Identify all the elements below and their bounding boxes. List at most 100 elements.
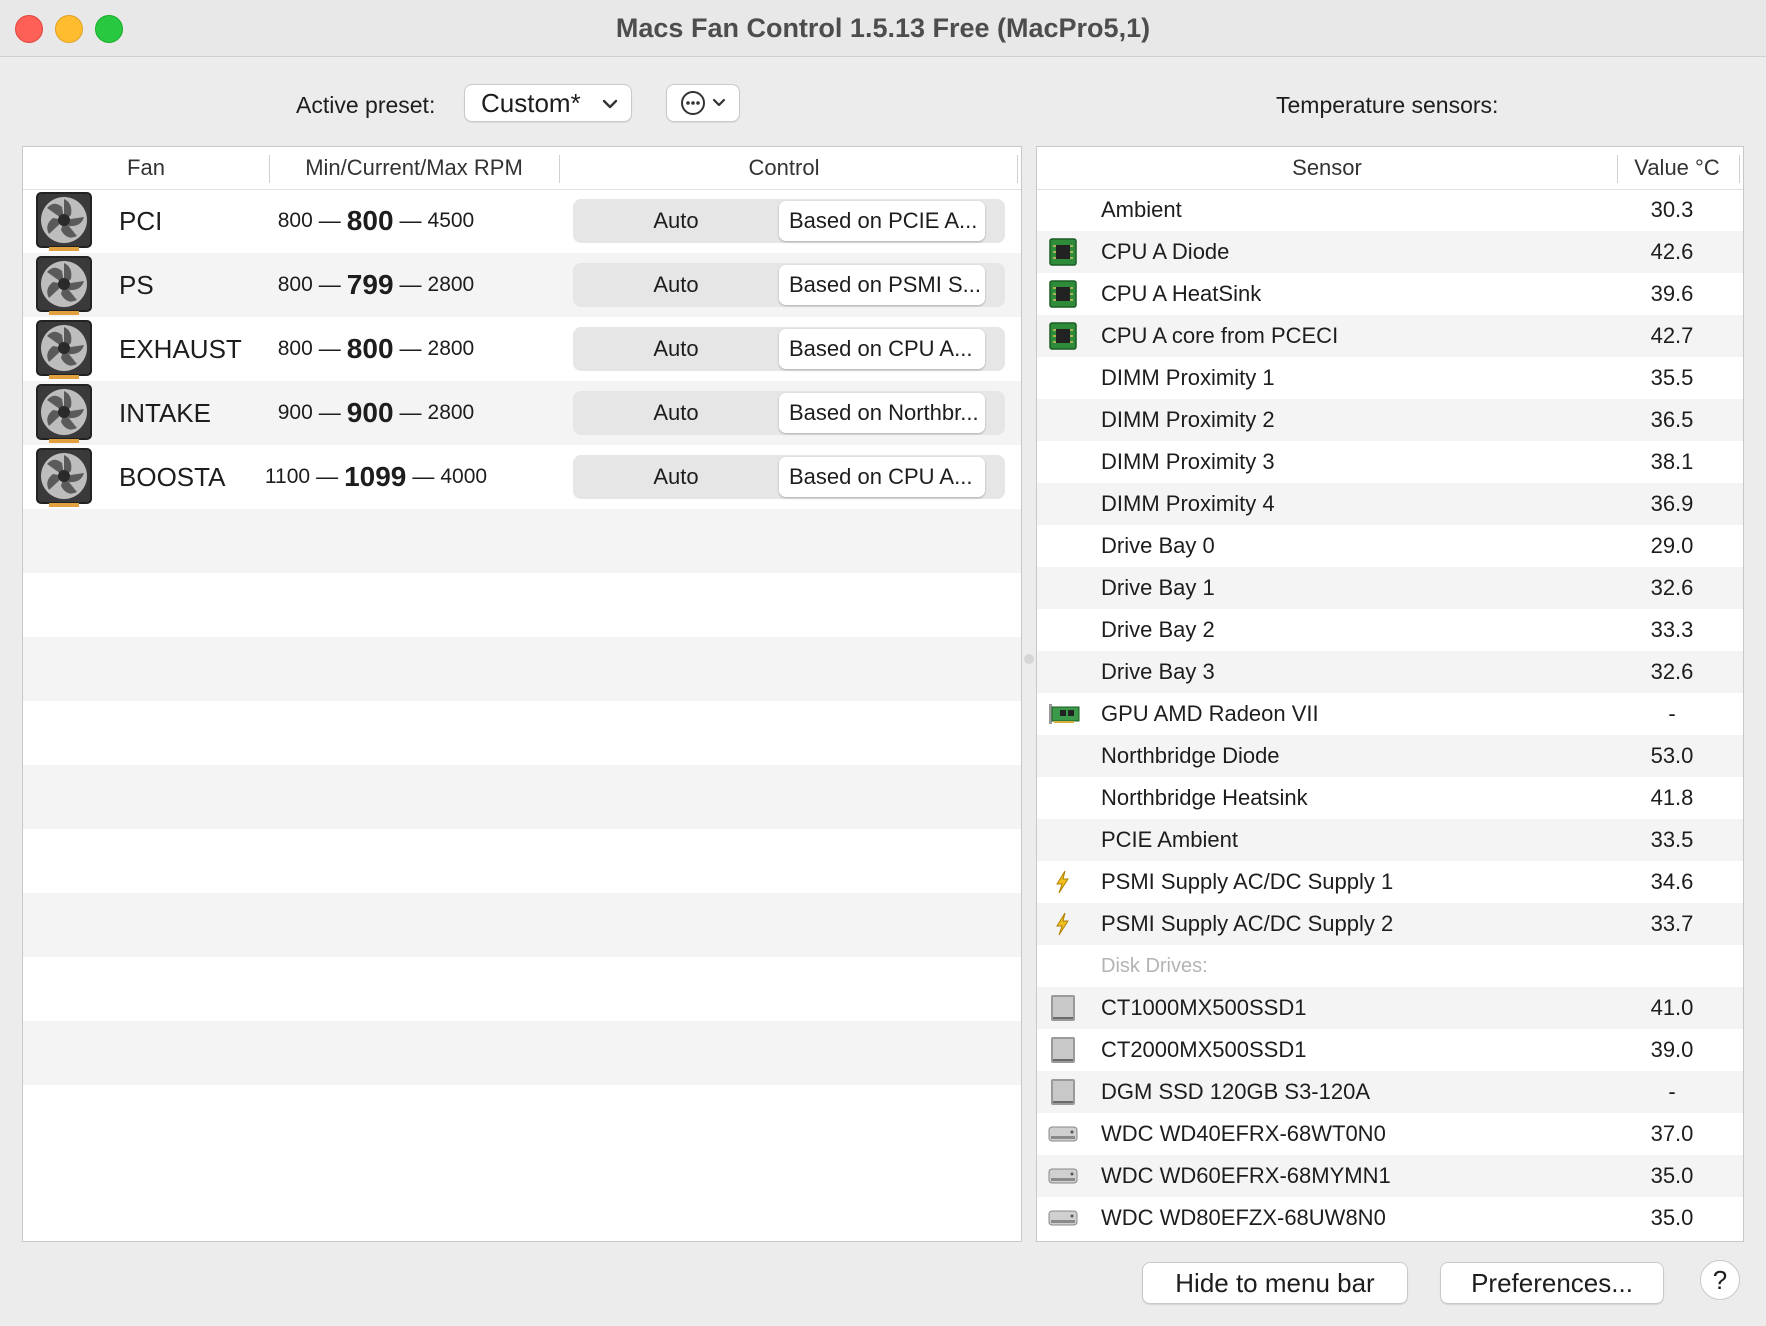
cpu-chip-icon <box>1047 278 1079 310</box>
rpm-max: 4500 <box>427 209 475 232</box>
rpm-max: 2800 <box>427 401 475 424</box>
hide-to-menu-bar-button[interactable]: Hide to menu bar <box>1142 1262 1408 1304</box>
temperature-sensors-label: Temperature sensors: <box>1276 92 1499 118</box>
sensor-name: Drive Bay 3 <box>1101 659 1215 684</box>
rpm-max: 2800 <box>427 273 475 296</box>
sensor-value: 38.1 <box>1650 449 1694 474</box>
sensor-name: GPU AMD Radeon VII <box>1101 701 1319 726</box>
sensor-row[interactable]: DGM SSD 120GB S3-120A - <box>1037 1071 1743 1113</box>
sensor-row[interactable]: CT1000MX500SSD1 41.0 <box>1037 987 1743 1029</box>
fan-icon <box>35 383 93 445</box>
sensor-name: Drive Bay 2 <box>1101 617 1215 642</box>
header-fan[interactable]: Fan <box>23 147 269 189</box>
preferences-button[interactable]: Preferences... <box>1440 1262 1664 1304</box>
lightning-icon <box>1047 866 1079 898</box>
sensor-row[interactable]: DIMM Proximity 2 36.5 <box>1037 399 1743 441</box>
sensor-row[interactable]: CPU A HeatSink 39.6 <box>1037 273 1743 315</box>
window-title: Macs Fan Control 1.5.13 Free (MacPro5,1) <box>615 12 1151 43</box>
sensor-row[interactable]: CPU A core from PCECI 42.7 <box>1037 315 1743 357</box>
fan-table: Fan Min/Current/Max RPM Control PCI 800 … <box>22 146 1022 1242</box>
rpm-current: 800 <box>346 333 394 364</box>
fan-row[interactable]: BOOSTA 1100 — 1099 — 4000 Auto Based on … <box>23 445 1021 509</box>
sensor-name: PCIE Ambient <box>1101 827 1238 852</box>
empty-row <box>23 701 1021 765</box>
empty-row <box>23 509 1021 573</box>
sensor-value: - <box>1668 1079 1676 1104</box>
control-custom-option[interactable]: Based on CPU A... <box>779 329 985 369</box>
preset-dropdown[interactable]: Custom* <box>464 84 632 122</box>
sensor-row[interactable]: WDC WD80EFZX-68UW8N0 35.0 <box>1037 1197 1743 1239</box>
sensor-value: 39.6 <box>1650 281 1694 306</box>
empty-row <box>23 829 1021 893</box>
fan-icon <box>35 319 93 381</box>
header-rpm[interactable]: Min/Current/Max RPM <box>269 147 559 189</box>
sensor-table-header: Sensor Value °C <box>1037 147 1743 190</box>
zoom-window-button[interactable] <box>95 15 123 43</box>
fan-icon <box>35 191 93 253</box>
sensor-row[interactable]: CPU A Diode 42.6 <box>1037 231 1743 273</box>
auto-label: Auto <box>653 464 699 489</box>
fan-name: INTAKE <box>119 398 211 428</box>
sensor-row[interactable]: PSMI Supply AC/DC Supply 1 34.6 <box>1037 861 1743 903</box>
fan-row[interactable]: INTAKE 900 — 900 — 2800 Auto Based on No… <box>23 381 1021 445</box>
sensor-name: CT2000MX500SSD1 <box>1101 1037 1307 1062</box>
fan-name: EXHAUST <box>119 334 242 364</box>
close-window-button[interactable] <box>15 15 43 43</box>
sensor-name: Drive Bay 0 <box>1101 533 1215 558</box>
sensor-value: 41.0 <box>1650 995 1694 1020</box>
sensor-name: Drive Bay 1 <box>1101 575 1215 600</box>
sensor-name: DIMM Proximity 3 <box>1101 449 1275 474</box>
panel-splitter[interactable] <box>1024 654 1034 664</box>
sensor-row[interactable]: DIMM Proximity 3 38.1 <box>1037 441 1743 483</box>
sensor-row[interactable]: Drive Bay 0 29.0 <box>1037 525 1743 567</box>
rpm-min: 800 <box>277 209 313 232</box>
control-custom-option[interactable]: Based on CPU A... <box>779 457 985 497</box>
sensor-row[interactable]: Northbridge Diode 53.0 <box>1037 735 1743 777</box>
fan-icon <box>35 255 93 317</box>
control-custom-option[interactable]: Based on PCIE A... <box>779 201 985 241</box>
fan-row[interactable]: PCI 800 — 800 — 4500 Auto Based on PCIE … <box>23 189 1021 253</box>
group-label: Disk Drives: <box>1101 955 1208 977</box>
sensor-row[interactable]: DIMM Proximity 4 36.9 <box>1037 483 1743 525</box>
sensor-row[interactable]: Drive Bay 2 33.3 <box>1037 609 1743 651</box>
header-sensor[interactable]: Sensor <box>1037 147 1617 189</box>
sensor-value: 32.6 <box>1650 659 1694 684</box>
hdd-icon <box>1047 1118 1079 1150</box>
sensor-row[interactable]: PSMI Supply AC/DC Supply 2 33.7 <box>1037 903 1743 945</box>
sensor-name: PSMI Supply AC/DC Supply 2 <box>1101 911 1394 936</box>
control-custom-option[interactable]: Based on PSMI S... <box>779 265 985 305</box>
sensor-row[interactable]: Drive Bay 3 32.6 <box>1037 651 1743 693</box>
more-options-button[interactable] <box>666 84 740 122</box>
sensor-row[interactable]: Ambient 30.3 <box>1037 189 1743 231</box>
chevron-down-icon <box>712 98 726 107</box>
sensor-row[interactable]: PCIE Ambient 33.5 <box>1037 819 1743 861</box>
title-bar: Macs Fan Control 1.5.13 Free (MacPro5,1) <box>0 0 1766 57</box>
sensor-name: WDC WD80EFZX-68UW8N0 <box>1101 1205 1386 1230</box>
help-button[interactable]: ? <box>1700 1260 1740 1300</box>
fan-row[interactable]: PS 800 — 799 — 2800 Auto Based on PSMI S… <box>23 253 1021 317</box>
sensor-row[interactable]: CT2000MX500SSD1 39.0 <box>1037 1029 1743 1071</box>
empty-row <box>23 1085 1021 1149</box>
fan-row[interactable]: EXHAUST 800 — 800 — 2800 Auto Based on C… <box>23 317 1021 381</box>
sensor-value: 33.7 <box>1650 911 1694 936</box>
sensor-row[interactable]: WDC WD40EFRX-68WT0N0 37.0 <box>1037 1113 1743 1155</box>
hdd-icon <box>1047 1202 1079 1234</box>
sensor-name: PSMI Supply AC/DC Supply 1 <box>1101 869 1394 894</box>
sensor-value: 39.0 <box>1650 1037 1694 1062</box>
sensor-row[interactable]: DIMM Proximity 1 35.5 <box>1037 357 1743 399</box>
minimize-window-button[interactable] <box>55 15 83 43</box>
sensor-value: 36.5 <box>1650 407 1694 432</box>
rpm-current: 900 <box>346 397 394 428</box>
sensor-name: CPU A HeatSink <box>1101 281 1262 306</box>
sensor-row[interactable]: Drive Bay 1 32.6 <box>1037 567 1743 609</box>
empty-row <box>23 893 1021 957</box>
control-custom-option[interactable]: Based on Northbr... <box>779 393 985 433</box>
sensor-row[interactable]: Northbridge Heatsink 41.8 <box>1037 777 1743 819</box>
sensor-value: 35.5 <box>1650 365 1694 390</box>
sensor-row[interactable]: WDC WD60EFRX-68MYMN1 35.0 <box>1037 1155 1743 1197</box>
sensor-value: - <box>1668 701 1676 726</box>
header-control[interactable]: Control <box>559 147 1009 189</box>
sensor-table: Sensor Value °C Ambient 30.3 CPU A Diode… <box>1036 146 1744 1242</box>
header-value[interactable]: Value °C <box>1617 147 1737 189</box>
sensor-row[interactable]: GPU AMD Radeon VII - <box>1037 693 1743 735</box>
